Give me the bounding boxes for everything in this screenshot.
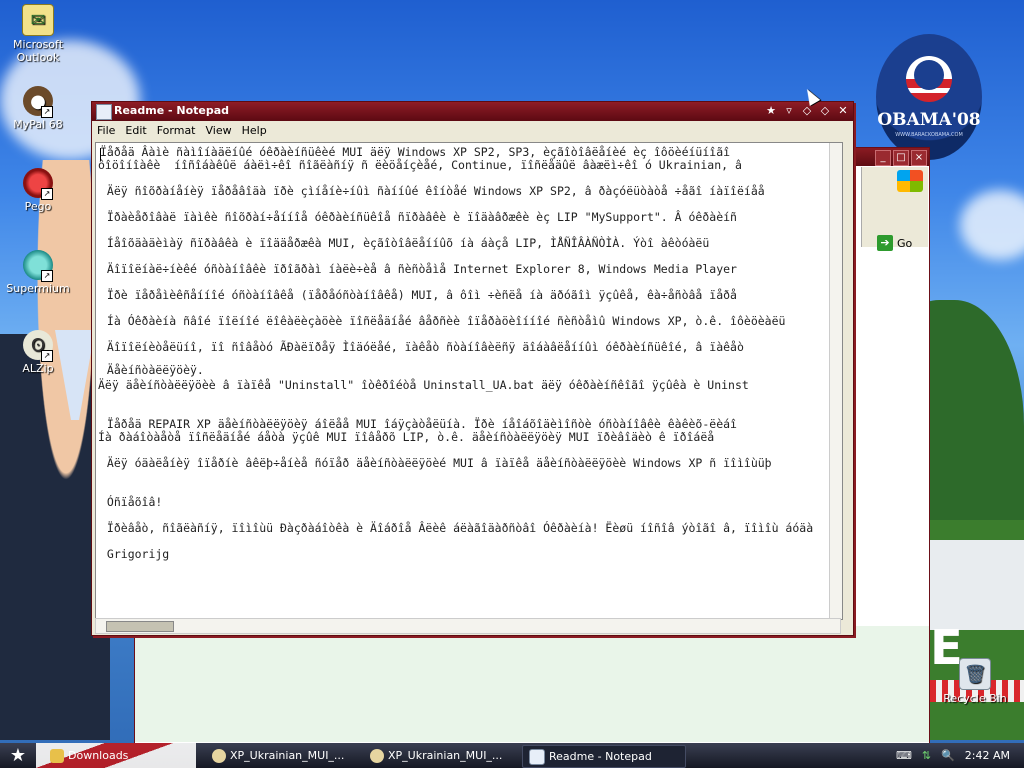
- menu-file[interactable]: File: [92, 121, 120, 141]
- start-button[interactable]: ★: [4, 745, 32, 766]
- text-line: Íà Óêðàèíà ñâîé ïîëíîé ëîêàëèçàöèè ïîñëå…: [100, 314, 786, 328]
- start-star-icon: ★: [9, 745, 27, 766]
- text-line: Ïåðåä Âàìè ñàìîíàäëíûé óêðàèíñüêèé MUI ä…: [100, 145, 731, 159]
- minimize-button[interactable]: _: [875, 150, 891, 166]
- desktop-icon-pego[interactable]: ↗ Pego: [3, 168, 73, 213]
- taskbar-button-notepad[interactable]: Readme - Notepad: [522, 745, 686, 768]
- desktop-icon-mypal[interactable]: ● ↗ MyPal 68: [3, 86, 73, 131]
- notepad-title: Readme - Notepad: [114, 104, 230, 117]
- minimize-button[interactable]: ▿: [781, 103, 797, 119]
- desktop-icon-label: MyPal 68: [13, 118, 63, 131]
- notepad-icon: [529, 748, 545, 765]
- desktop-icon-alzip[interactable]: ʘ ↗ ALZip: [3, 330, 73, 375]
- text-line: Äëÿ ñîõðàíåíèÿ ïåðåâîäà ïðè çìíåíè÷íûì ñ…: [100, 184, 765, 198]
- notepad-window[interactable]: Readme - Notepad ★ ▿ ◇ ◇ ✕ File Edit For…: [91, 101, 854, 636]
- shortcut-arrow-icon: ↗: [41, 106, 53, 118]
- supermium-icon: ↗: [23, 250, 53, 282]
- notepad-text-area[interactable]: Ïåðåä Âàìè ñàìîíàäëíûé óêðàèíñüêèé MUI ä…: [95, 142, 843, 620]
- taskbar-button-label: Downloads: [68, 749, 129, 762]
- desktop-icon-label: Pego: [24, 200, 52, 213]
- taskbar-button-mui-1[interactable]: XP_Ukrainian_MUI_...: [206, 745, 368, 766]
- horizontal-scroll-thumb[interactable]: [106, 621, 174, 632]
- menu-help[interactable]: Help: [237, 121, 272, 141]
- text-line: Äîïîëíàë÷íèêé óñòàíîâêè ïðîãðàì íàëè÷èå …: [100, 262, 737, 276]
- text-line: Grigorijg: [100, 547, 170, 561]
- taskbar-button-label: Readme - Notepad: [549, 750, 652, 763]
- restore-button[interactable]: ◇: [799, 103, 815, 119]
- desktop-icon-recycle-bin[interactable]: 🗑 Recycle Bin: [940, 658, 1010, 705]
- windows-logo-icon: [897, 170, 923, 192]
- taskbar-button-mui-2[interactable]: XP_Ukrainian_MUI_...: [364, 745, 526, 766]
- cloud: [960, 190, 1024, 260]
- folder-icon: [50, 748, 64, 763]
- text-line: Ïðèâåò, ñîãëàñíÿ, ïîìîùü Ðàçðàáîòêà è Äî…: [100, 521, 814, 535]
- notepad-titlebar[interactable]: Readme - Notepad ★ ▿ ◇ ◇ ✕: [92, 102, 853, 121]
- text-line: Íà ðàáîòàåòå ïîñëåäíåé áåòà ÿçûê MUI ïîâ…: [98, 430, 715, 444]
- text-line: Äëÿ óäàëåíèÿ îïåðíè âêëþ÷åíèå ñóïåð äåèí…: [100, 456, 772, 470]
- menu-edit[interactable]: Edit: [120, 121, 151, 141]
- desktop-icon-label: ALZip: [22, 362, 54, 375]
- obama-poster: OBAMA'08 WWW.BARACKOBAMA.COM: [876, 34, 982, 160]
- text-line: Ïðè ïåðåìèêñåííîé óñòàíîâêå (ïåðåóñòàíîâ…: [100, 288, 737, 302]
- maximize-button[interactable]: ◇: [817, 103, 833, 119]
- desktop-icon-label: Outlook: [16, 51, 60, 64]
- egg-icon: [212, 748, 226, 763]
- shortcut-arrow-icon: ↗: [41, 350, 53, 362]
- egg-icon: [370, 748, 384, 763]
- network-icon[interactable]: ⇅: [922, 749, 931, 762]
- keyboard-icon[interactable]: ⌨: [896, 749, 912, 762]
- pego-icon: ↗: [23, 168, 53, 200]
- notepad-icon: [96, 104, 112, 120]
- desktop-icon-label: Recycle Bin: [943, 692, 1007, 705]
- desktop-icon-label: Supermium: [6, 282, 70, 295]
- alzip-icon: ʘ ↗: [23, 330, 53, 362]
- maximize-button[interactable]: □: [893, 150, 909, 166]
- background-window-content: [135, 626, 929, 742]
- clock[interactable]: 2:42 AM: [965, 749, 1010, 762]
- taskbar-button-label: XP_Ukrainian_MUI_...: [388, 749, 503, 762]
- obama-poster-text: OBAMA'08: [877, 110, 981, 130]
- outlook-icon: ✉: [22, 4, 54, 36]
- desktop-icon-label: Microsoft: [12, 38, 64, 51]
- text-line: Äåèíñòàëëÿöèÿ.: [100, 363, 204, 377]
- text-line: Ïðàèåðîâàë ïàìêè ñîõðàí÷åííîå óêðàèíñüêî…: [100, 210, 737, 224]
- go-arrow-icon: ➔: [877, 235, 893, 251]
- text-line: Íåîõäàäèìàÿ ñïðàâêà è ïîääåðæêà MUI, èçã…: [100, 236, 710, 250]
- notepad-menubar: File Edit Format View Help: [92, 121, 853, 141]
- text-line: Äîïîëíèòåëüíî, ïî ñîâåòó ÃÐàëïðåÿ Ìîäóëå…: [100, 340, 744, 354]
- go-button[interactable]: ➔ Go: [877, 234, 925, 252]
- desktop-icon-supermium[interactable]: ↗ Supermium: [3, 250, 73, 295]
- shortcut-arrow-icon: ↗: [41, 270, 53, 282]
- pin-icon[interactable]: ★: [763, 103, 779, 119]
- menu-view[interactable]: View: [201, 121, 237, 141]
- text-line: Óñïåõîâ!: [100, 495, 163, 509]
- taskbar-button-downloads[interactable]: Downloads: [44, 745, 206, 766]
- menu-format[interactable]: Format: [152, 121, 201, 141]
- vertical-scrollbar[interactable]: [829, 143, 842, 619]
- text-line: Ïåðåä REPAIR XP äåèíñòàëëÿöèÿ áîëåå MUI …: [100, 417, 737, 431]
- house: [930, 540, 1024, 630]
- close-button[interactable]: ✕: [835, 103, 851, 119]
- text-line: ôîöîíîàêè íîñîáàêûë áàëì÷êî ñîãëàñíÿ ñ ë…: [98, 158, 742, 172]
- taskbar: ★ Downloads XP_Ukrainian_MUI_... XP_Ukra…: [0, 743, 1024, 768]
- horizontal-scrollbar[interactable]: [95, 618, 841, 634]
- go-label: Go: [897, 236, 913, 250]
- obama-poster-subtitle: WWW.BARACKOBAMA.COM: [895, 132, 963, 138]
- close-button[interactable]: ×: [911, 150, 927, 166]
- system-tray: ⌨ ⇅ 🔍 2:42 AM: [874, 743, 1024, 768]
- recycle-bin-icon: 🗑: [959, 658, 991, 690]
- text-line: Äëÿ äåèíñòàëëÿöèè â ïàïêå "Uninstall" îò…: [98, 378, 749, 392]
- shortcut-arrow-icon: ↗: [41, 188, 53, 200]
- desktop-icon-outlook[interactable]: ✉ Microsoft Outlook: [3, 4, 73, 64]
- taskbar-button-label: XP_Ukrainian_MUI_...: [230, 749, 345, 762]
- raccoon-icon: ● ↗: [23, 86, 53, 118]
- obama-logo: [906, 56, 952, 102]
- search-icon[interactable]: 🔍: [941, 749, 955, 762]
